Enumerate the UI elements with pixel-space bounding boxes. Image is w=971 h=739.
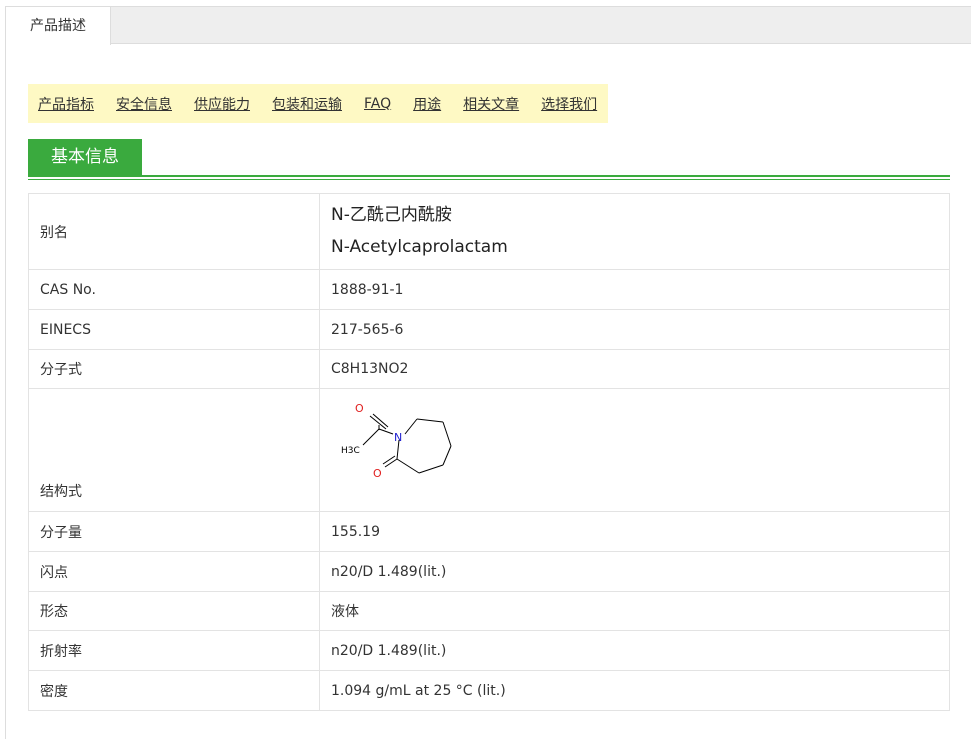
row-key: CAS No. — [28, 269, 320, 310]
alias-english: N-Acetylcaprolactam — [331, 237, 508, 257]
tab-bar — [5, 6, 971, 44]
table-row: CAS No. 1888-91-1 — [28, 269, 950, 310]
table-row: 别名 N-乙酰己内酰胺 N-Acetylcaprolactam — [28, 193, 950, 270]
nav-link-why-choose-us[interactable]: 选择我们 — [541, 94, 597, 114]
atom-methyl: H3C — [341, 446, 360, 456]
table-row: EINECS 217-565-6 — [28, 309, 950, 350]
row-value: n20/D 1.489(lit.) — [319, 630, 950, 671]
section-nav: 产品指标 安全信息 供应能力 包装和运输 FAQ 用途 相关文章 选择我们 — [28, 84, 609, 123]
row-value: N-乙酰己内酰胺 N-Acetylcaprolactam — [319, 193, 950, 270]
row-value: 217-565-6 — [319, 309, 950, 350]
table-row: 折射率 n20/D 1.489(lit.) — [28, 630, 950, 671]
nav-link-related-articles[interactable]: 相关文章 — [463, 94, 519, 114]
table-row: 形态 液体 — [28, 591, 950, 631]
atom-oxygen-top: O — [355, 402, 364, 415]
row-key: 分子式 — [28, 349, 320, 389]
table-row: 密度 1.094 g/mL at 25 °C (lit.) — [28, 670, 950, 711]
table-row: 分子量 155.19 — [28, 511, 950, 552]
structure-image: O N H3C O — [341, 402, 452, 480]
nav-link-usage[interactable]: 用途 — [413, 94, 441, 114]
row-value: 1.094 g/mL at 25 °C (lit.) — [319, 670, 950, 711]
row-key: 形态 — [28, 591, 320, 631]
basic-info-table: 别名 N-乙酰己内酰胺 N-Acetylcaprolactam CAS No. … — [28, 193, 950, 711]
nav-link-product-specs[interactable]: 产品指标 — [38, 94, 94, 114]
row-key: 分子量 — [28, 511, 320, 552]
table-row: 结构式 O N H3C O — [28, 388, 950, 512]
section-title: 基本信息 — [28, 139, 142, 175]
row-value: 液体 — [319, 591, 950, 631]
row-value: 155.19 — [319, 511, 950, 552]
nav-link-safety-info[interactable]: 安全信息 — [116, 94, 172, 114]
nav-link-faq[interactable]: FAQ — [364, 96, 391, 112]
row-key: 结构式 — [28, 388, 320, 512]
table-row: 分子式 C8H13NO2 — [28, 349, 950, 389]
tab-product-description[interactable]: 产品描述 — [5, 6, 111, 45]
row-value: C8H13NO2 — [319, 349, 950, 389]
row-key: EINECS — [28, 309, 320, 350]
section-divider-thin — [28, 179, 950, 180]
row-value: n20/D 1.489(lit.) — [319, 551, 950, 592]
nav-link-supply-capacity[interactable]: 供应能力 — [194, 94, 250, 114]
row-key: 密度 — [28, 670, 320, 711]
alias-chinese: N-乙酰己内酰胺 — [331, 205, 452, 225]
table-row: 闪点 n20/D 1.489(lit.) — [28, 551, 950, 592]
structure-cell: O N H3C O — [319, 388, 950, 512]
atom-nitrogen: N — [394, 431, 402, 444]
row-key: 折射率 — [28, 630, 320, 671]
atom-oxygen-bottom: O — [373, 467, 382, 480]
row-value: 1888-91-1 — [319, 269, 950, 310]
nav-link-packaging-shipping[interactable]: 包装和运输 — [272, 94, 342, 114]
row-key: 别名 — [28, 193, 320, 270]
row-key: 闪点 — [28, 551, 320, 592]
section-divider — [28, 175, 950, 177]
